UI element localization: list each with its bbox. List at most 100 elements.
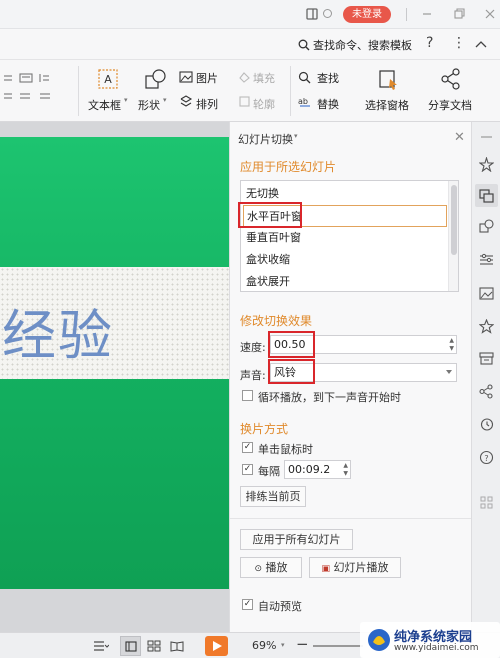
chevron-down-icon[interactable] (446, 370, 452, 374)
transition-item[interactable]: 无切换 (243, 183, 447, 205)
ribbon: A 文本框 ▾ 形状 ▾ 图片 排列 填充 轮廓 查找 ab 替换 选择窗格 分… (0, 60, 500, 122)
animation-icon[interactable] (479, 157, 494, 172)
star-icon[interactable] (479, 319, 494, 334)
tablet-mode-icon[interactable] (305, 7, 319, 21)
transition-item[interactable]: 垂直百叶窗 (243, 227, 447, 249)
properties-icon[interactable] (479, 252, 494, 267)
slideshow-button[interactable]: ▣ 幻灯片播放 (309, 557, 401, 578)
zoom-slider[interactable] (313, 645, 363, 647)
zoom-dropdown-icon[interactable]: ▾ (281, 641, 285, 649)
current-slide[interactable]: 经验 (0, 137, 229, 589)
ribbon-divider (78, 66, 79, 116)
dropdown-arrow-icon[interactable]: ▾ (124, 96, 128, 104)
panel-title-dropdown-icon[interactable]: ▾ (294, 132, 298, 140)
normal-view-button[interactable] (120, 636, 141, 656)
replace-button[interactable]: 替换 (317, 96, 339, 112)
section-advance-title: 换片方式 (240, 422, 289, 436)
help-icon[interactable]: ? (426, 35, 433, 51)
section-modify-title: 修改切换效果 (240, 314, 313, 328)
divider (406, 8, 407, 21)
close-window-icon[interactable] (483, 7, 497, 21)
more-options-icon[interactable]: ⋮ (452, 35, 466, 51)
avatar-icon[interactable] (323, 9, 332, 18)
picture-button[interactable]: 图片 (196, 70, 218, 86)
speed-input[interactable]: 00.50 ▲ ▼ (270, 335, 457, 354)
outline-button[interactable]: 轮廓 (253, 96, 275, 112)
site-watermark: 纯净系统家园 www.yidaimei.com (360, 622, 500, 658)
transition-list[interactable]: 无切换 水平百叶窗 垂直百叶窗 盒状收缩 盒状展开 (240, 180, 459, 292)
collapse-bar-icon[interactable] (479, 130, 494, 145)
dropdown-arrow-icon[interactable]: ▾ (163, 96, 167, 104)
spin-up-icon[interactable]: ▲ (343, 463, 348, 469)
advance-every-checkbox[interactable]: ✓ (242, 464, 253, 475)
scroll-thumb[interactable] (451, 185, 457, 255)
search-icon (298, 39, 310, 50)
selection-pane-icon (379, 70, 397, 90)
selection-pane-button[interactable]: 选择窗格 (365, 97, 409, 113)
title-bar: 未登录 (0, 0, 500, 29)
apply-to-all-button[interactable]: 应用于所有幻灯片 (240, 529, 353, 550)
image-tools-icon[interactable] (479, 286, 494, 301)
slide-sorter-icon[interactable] (147, 640, 161, 652)
paragraph-tools-icon[interactable] (2, 72, 62, 104)
shapes-icon[interactable] (479, 219, 494, 234)
autopreview-checkbox[interactable]: ✓ (242, 599, 253, 610)
find-button[interactable]: 查找 (317, 70, 339, 86)
speed-label: 速度: (240, 341, 266, 354)
slide-title-text[interactable]: 经验 (2, 291, 114, 370)
more-apps-icon[interactable] (479, 495, 494, 510)
shape-icon (145, 69, 166, 89)
panel-title[interactable]: 幻灯片切换 (238, 131, 293, 147)
textbox-button[interactable]: 文本框 (88, 97, 121, 113)
advance-time-value: 00:09.2 (288, 463, 331, 476)
sound-value: 风铃 (274, 366, 296, 379)
collapse-ribbon-icon[interactable] (475, 40, 487, 48)
play-icon: ⊙ (254, 564, 263, 574)
share-icon[interactable] (479, 384, 494, 399)
slideshow-play-button[interactable] (205, 636, 228, 656)
command-bar: 查找命令、搜索模板 ? ⋮ (0, 29, 500, 60)
spin-up-icon[interactable]: ▲ (449, 338, 454, 344)
command-search[interactable]: 查找命令、搜索模板 (298, 36, 412, 53)
share-document-button[interactable]: 分享文档 (428, 97, 472, 113)
notes-view-icon[interactable] (93, 640, 109, 652)
transition-item[interactable]: 盒状展开 (243, 271, 447, 291)
sound-select[interactable]: 风铃 (270, 363, 457, 382)
minimize-icon[interactable] (420, 7, 434, 21)
spin-down-icon[interactable]: ▼ (449, 346, 454, 352)
play-button[interactable]: ⊙ 播放 (240, 557, 302, 578)
loop-checkbox[interactable] (242, 390, 253, 401)
shape-button[interactable]: 形状 (138, 97, 160, 113)
login-button[interactable]: 未登录 (343, 6, 391, 23)
fill-button[interactable]: 填充 (253, 70, 275, 86)
share-icon (441, 68, 460, 90)
slide-transition-icon[interactable] (479, 188, 494, 203)
spin-down-icon[interactable]: ▼ (343, 471, 348, 477)
picture-icon (179, 71, 193, 83)
list-scrollbar[interactable] (448, 181, 458, 291)
ribbon-divider (290, 66, 291, 116)
on-click-checkbox[interactable]: ✓ (242, 442, 253, 453)
find-icon (298, 71, 311, 84)
archive-icon[interactable] (479, 351, 494, 366)
reading-view-icon[interactable] (170, 640, 184, 652)
search-label: 查找命令、搜索模板 (313, 38, 412, 52)
transition-item-selected[interactable]: 水平百叶窗 (243, 205, 447, 227)
watermark-url: www.yidaimei.com (394, 643, 479, 653)
replace-icon: ab (298, 97, 310, 107)
restore-icon[interactable] (452, 7, 466, 21)
help-icon[interactable]: ? (479, 450, 494, 465)
advance-time-input[interactable]: 00:09.2 ▲ ▼ (284, 460, 351, 479)
zoom-level[interactable]: 69% (252, 639, 276, 652)
slide-editing-area[interactable]: 经验 (0, 122, 229, 632)
transition-item[interactable]: 盒状收缩 (243, 249, 447, 271)
on-click-label: 单击鼠标时 (258, 443, 313, 456)
zoom-out-icon[interactable]: − (296, 635, 309, 653)
watermark-logo-icon (368, 629, 390, 651)
advance-every-label: 每隔 (258, 465, 280, 478)
speed-value: 00.50 (274, 338, 306, 351)
history-icon[interactable] (479, 417, 494, 432)
rehearse-current-button[interactable]: 排练当前页 (240, 486, 306, 507)
close-panel-icon[interactable]: ✕ (454, 131, 465, 144)
arrange-button[interactable]: 排列 (196, 96, 218, 112)
